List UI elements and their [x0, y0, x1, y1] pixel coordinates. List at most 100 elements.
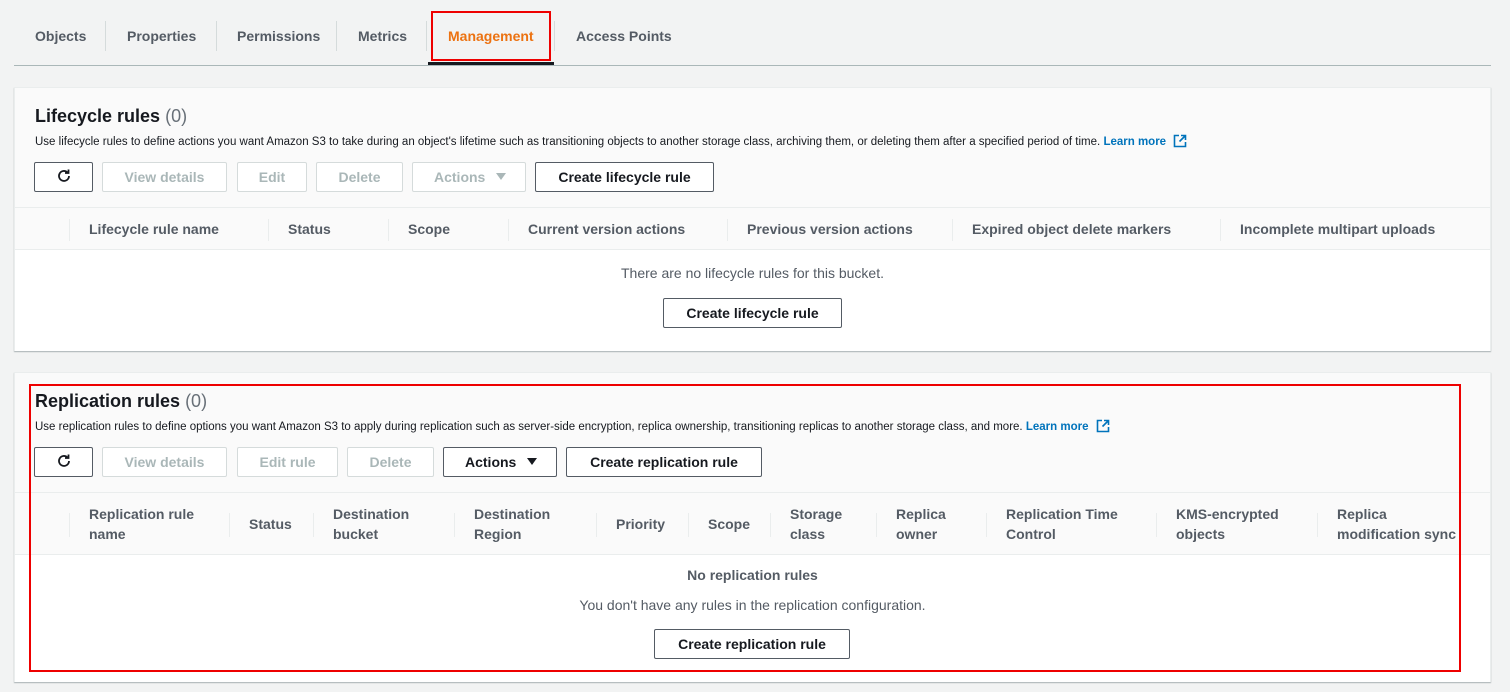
- column-divider: [1317, 513, 1318, 537]
- refresh-button[interactable]: [34, 162, 93, 192]
- tab-divider: [336, 21, 337, 51]
- delete-button[interactable]: Delete: [347, 447, 434, 477]
- col-line: KMS-encrypted: [1176, 506, 1279, 522]
- col-scope[interactable]: Scope: [708, 514, 750, 534]
- lifecycle-empty-message: There are no lifecycle rules for this bu…: [620, 265, 884, 281]
- replication-rules-heading: Replication rules (0): [35, 391, 207, 412]
- col-status[interactable]: Status: [288, 219, 331, 239]
- col-line: Region: [474, 526, 522, 542]
- col-replica-modification-sync[interactable]: Replica modification sync: [1337, 504, 1456, 544]
- replication-description-text: Use replication rules to define options …: [35, 421, 1023, 433]
- external-link-icon[interactable]: [1096, 419, 1110, 433]
- actions-dropdown[interactable]: Actions: [443, 447, 557, 477]
- replication-rules-panel: Replication rules (0) Use replication ru…: [14, 372, 1491, 682]
- create-replication-rule-empty-button[interactable]: Create replication rule: [654, 629, 850, 659]
- column-divider: [770, 513, 771, 537]
- col-line: Destination: [333, 506, 410, 522]
- tab-bar: Objects Properties Permissions Metrics M…: [14, 0, 1491, 66]
- lifecycle-rules-heading: Lifecycle rules (0): [35, 106, 187, 127]
- col-priority[interactable]: Priority: [616, 514, 665, 534]
- column-divider: [596, 513, 597, 537]
- actions-dropdown[interactable]: Actions: [412, 162, 526, 192]
- col-line: Storage: [790, 506, 843, 522]
- view-details-button[interactable]: View details: [102, 162, 227, 192]
- column-divider: [508, 219, 509, 241]
- tab-divider: [426, 21, 427, 51]
- column-divider: [268, 219, 269, 241]
- column-divider: [727, 219, 728, 241]
- lifecycle-rules-count: (0): [165, 106, 188, 126]
- tab-objects[interactable]: Objects: [15, 20, 106, 52]
- refresh-icon: [57, 454, 70, 467]
- tab-metrics[interactable]: Metrics: [338, 20, 427, 52]
- column-divider: [986, 513, 987, 537]
- tab-divider: [105, 21, 106, 51]
- lifecycle-learn-more-link[interactable]: Learn more: [1103, 136, 1166, 148]
- delete-button[interactable]: Delete: [316, 162, 403, 192]
- lifecycle-rules-panel: Lifecycle rules (0) Use lifecycle rules …: [14, 87, 1491, 351]
- col-destination-bucket[interactable]: Destination bucket: [333, 504, 409, 544]
- create-replication-rule-button[interactable]: Create replication rule: [566, 447, 762, 477]
- col-kms-encrypted-objects[interactable]: KMS-encrypted objects: [1176, 504, 1279, 544]
- create-lifecycle-rule-button[interactable]: Create lifecycle rule: [535, 162, 714, 192]
- col-line: objects: [1176, 526, 1226, 542]
- col-line: Replication Time: [1006, 506, 1118, 522]
- col-line: Replica: [896, 506, 946, 522]
- lifecycle-rules-title: Lifecycle rules: [35, 106, 161, 126]
- col-storage-class[interactable]: Storage class: [790, 504, 842, 544]
- replication-empty-title: No replication rules: [687, 567, 818, 583]
- tab-properties[interactable]: Properties: [107, 20, 216, 52]
- edit-button[interactable]: Edit: [237, 162, 307, 192]
- replication-table-header: Replication rule name Status Destination b…: [15, 492, 1490, 555]
- column-divider: [69, 513, 70, 537]
- column-divider: [688, 513, 689, 537]
- col-scope[interactable]: Scope: [408, 219, 450, 239]
- col-replication-time-control[interactable]: Replication Time Control: [1006, 504, 1118, 544]
- lifecycle-rules-description: Use lifecycle rules to define actions yo…: [35, 134, 1187, 148]
- actions-label: Actions: [434, 169, 486, 185]
- col-status[interactable]: Status: [249, 514, 292, 534]
- column-divider: [69, 219, 70, 241]
- col-line: modification sync: [1337, 526, 1457, 542]
- replication-table-body: No replication rules You don't have any …: [15, 555, 1490, 682]
- replication-empty-message: You don't have any rules in the replicat…: [579, 597, 926, 613]
- col-replication-rule-name[interactable]: Replication rule name: [89, 504, 194, 544]
- tab-management[interactable]: Management: [428, 20, 554, 52]
- col-line: Control: [1006, 526, 1056, 542]
- column-divider: [1156, 513, 1157, 537]
- replication-rules-title: Replication rules: [35, 391, 181, 411]
- lifecycle-description-text: Use lifecycle rules to define actions yo…: [35, 136, 1101, 148]
- edit-rule-button[interactable]: Edit rule: [237, 447, 338, 477]
- col-incomplete-multipart-uploads[interactable]: Incomplete multipart uploads: [1240, 219, 1435, 239]
- col-replica-owner[interactable]: Replica owner: [896, 504, 946, 544]
- col-current-version-actions[interactable]: Current version actions: [528, 219, 685, 239]
- actions-label: Actions: [465, 454, 517, 470]
- refresh-button[interactable]: [34, 447, 93, 477]
- column-divider: [1220, 219, 1221, 241]
- column-divider: [876, 513, 877, 537]
- col-line: Replication rule: [89, 506, 195, 522]
- replication-learn-more-link[interactable]: Learn more: [1026, 421, 1089, 433]
- col-line: Destination: [474, 506, 551, 522]
- tab-permissions[interactable]: Permissions: [217, 20, 340, 52]
- column-divider: [454, 513, 455, 537]
- lifecycle-table-header: Lifecycle rule name Status Scope Current…: [15, 207, 1490, 250]
- replication-rules-description: Use replication rules to define options …: [35, 419, 1110, 433]
- create-lifecycle-rule-empty-button[interactable]: Create lifecycle rule: [663, 298, 842, 328]
- external-link-icon[interactable]: [1173, 134, 1187, 148]
- view-details-button[interactable]: View details: [102, 447, 227, 477]
- tab-divider: [554, 21, 555, 51]
- col-previous-version-actions[interactable]: Previous version actions: [747, 219, 913, 239]
- col-destination-region[interactable]: Destination Region: [474, 504, 550, 544]
- column-divider: [313, 513, 314, 537]
- tab-access-points[interactable]: Access Points: [556, 20, 692, 52]
- active-tab-indicator: [428, 62, 554, 65]
- col-lifecycle-rule-name[interactable]: Lifecycle rule name: [89, 219, 219, 239]
- col-line: owner: [896, 526, 938, 542]
- replication-rules-count: (0): [185, 391, 208, 411]
- caret-down-icon: [527, 458, 537, 465]
- col-expired-object-delete-markers[interactable]: Expired object delete markers: [972, 219, 1171, 239]
- caret-down-icon: [496, 173, 506, 180]
- col-line: name: [89, 526, 126, 542]
- refresh-icon: [57, 169, 70, 182]
